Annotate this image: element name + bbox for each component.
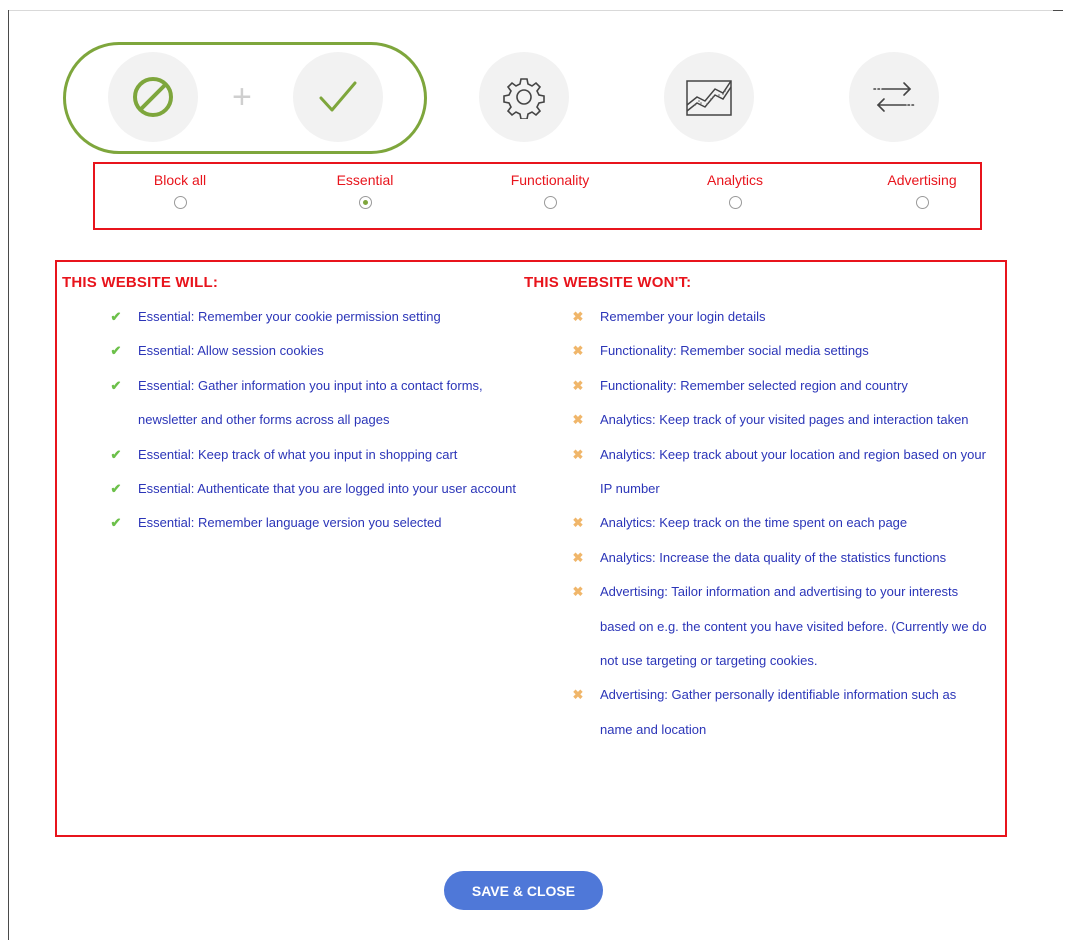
list-item: ✔ Essential: Authenticate that you are lo… (109, 472, 519, 506)
level-label: Block all (153, 172, 207, 188)
arrows-exchange-icon[interactable] (849, 52, 939, 142)
level-advertising[interactable]: Advertising (852, 172, 992, 209)
check-icon: ✔ (110, 309, 122, 324)
list-item: ✔ Essential: Allow session cookies (109, 334, 519, 368)
cross-icon: ✖ (572, 343, 584, 359)
level-analytics[interactable]: Analytics (665, 172, 805, 209)
will-list: ✔ Essential: Remember your cookie permiss… (109, 300, 519, 541)
list-item: ✖ Remember your login details (571, 300, 991, 334)
list-item: ✖ Analytics: Keep track on the time spent… (571, 506, 991, 540)
level-block-all[interactable]: Block all (110, 172, 250, 209)
wont-title: THIS WEBSITE WON'T: (524, 274, 692, 291)
list-item: ✖ Functionality: Remember selected region… (571, 369, 991, 403)
list-item-text: Essential: Allow session cookies (138, 343, 324, 359)
level-label: Advertising (887, 172, 957, 188)
list-item: ✔ Essential: Gather information you input… (109, 369, 519, 438)
list-item-text: Analytics: Keep track of your visited pa… (600, 412, 969, 428)
plus-icon: + (232, 78, 252, 116)
list-item-text: Advertising: Gather personally identifia… (600, 687, 957, 737)
list-item-text: Analytics: Keep track on the time spent … (600, 515, 908, 531)
radio-advertising[interactable] (915, 196, 929, 209)
list-item: ✖ Advertising: Gather personally identifi… (571, 678, 991, 747)
level-essential[interactable]: Essential (295, 172, 435, 209)
list-item-text: Essential: Remember language version you… (138, 515, 442, 531)
cross-icon: ✖ (572, 549, 584, 565)
list-item: ✖ Advertising: Tailor information and adv… (571, 575, 991, 678)
level-functionality[interactable]: Functionality (480, 172, 620, 209)
radio-block-all[interactable] (173, 196, 187, 209)
list-item-text: Analytics: Keep track about your locatio… (600, 446, 986, 497)
cross-icon: ✖ (572, 687, 584, 703)
list-item: ✖ Analytics: Increase the data quality of… (571, 541, 991, 575)
check-icon: ✔ (110, 515, 122, 531)
list-item: ✖ Functionality: Remember social media se… (571, 334, 991, 368)
check-icon: ✔ (110, 481, 122, 497)
list-item: ✔ Essential: Keep track of what you input… (109, 438, 519, 472)
list-item-text: Essential: Remember your cookie permissi… (138, 309, 441, 324)
radio-analytics[interactable] (728, 196, 742, 209)
level-label: Analytics (706, 172, 764, 188)
list-item-text: Essential: Gather information you input … (138, 377, 483, 428)
list-item-text: Essential: Authenticate that you are log… (138, 481, 516, 497)
will-title: THIS WEBSITE WILL: (62, 274, 219, 291)
cross-icon: ✖ (572, 377, 584, 393)
cross-icon: ✖ (572, 584, 584, 600)
level-label: Essential (336, 172, 394, 188)
cross-icon: ✖ (572, 446, 584, 462)
wont-list: ✖ Remember your login details ✖ Functionali… (571, 300, 991, 747)
list-item-text: Essential: Keep track of what you input … (138, 446, 458, 462)
checkmark-icon[interactable] (293, 52, 383, 142)
radio-essential[interactable] (358, 196, 372, 209)
list-item-text: Remember your login details (600, 309, 766, 324)
list-item-text: Functionality: Remember selected region … (600, 377, 908, 393)
list-item: ✔ Essential: Remember your cookie permiss… (109, 300, 519, 334)
list-item: ✔ Essential: Remember language version yo… (109, 506, 519, 540)
cookie-level-selector: Block all Essential Functionality Analyt… (93, 162, 982, 230)
cross-icon: ✖ (572, 309, 584, 324)
list-item-text: Advertising: Tailor information and adve… (600, 584, 987, 669)
permissions-summary: THIS WEBSITE WILL: ✔ Essential: Remember … (55, 260, 1007, 837)
chart-icon[interactable] (664, 52, 754, 142)
gear-icon[interactable] (479, 52, 569, 142)
list-item: ✖ Analytics: Keep track of your visited p… (571, 403, 991, 437)
block-icon[interactable] (108, 52, 198, 142)
check-icon: ✔ (110, 343, 122, 359)
frame-left-border (8, 10, 9, 940)
cross-icon: ✖ (572, 515, 584, 531)
cross-icon: ✖ (572, 412, 584, 428)
frame-top-border (8, 10, 1057, 11)
save-close-button[interactable]: SAVE & CLOSE (444, 871, 603, 910)
frame-corner-tick (1053, 10, 1063, 11)
list-item-text: Analytics: Increase the data quality of … (600, 549, 947, 565)
list-item-text: Functionality: Remember social media set… (600, 343, 869, 359)
radio-functionality[interactable] (543, 196, 557, 209)
list-item: ✖ Analytics: Keep track about your locati… (571, 438, 991, 507)
level-label: Functionality (510, 172, 590, 188)
check-icon: ✔ (110, 377, 122, 393)
check-icon: ✔ (110, 446, 122, 462)
